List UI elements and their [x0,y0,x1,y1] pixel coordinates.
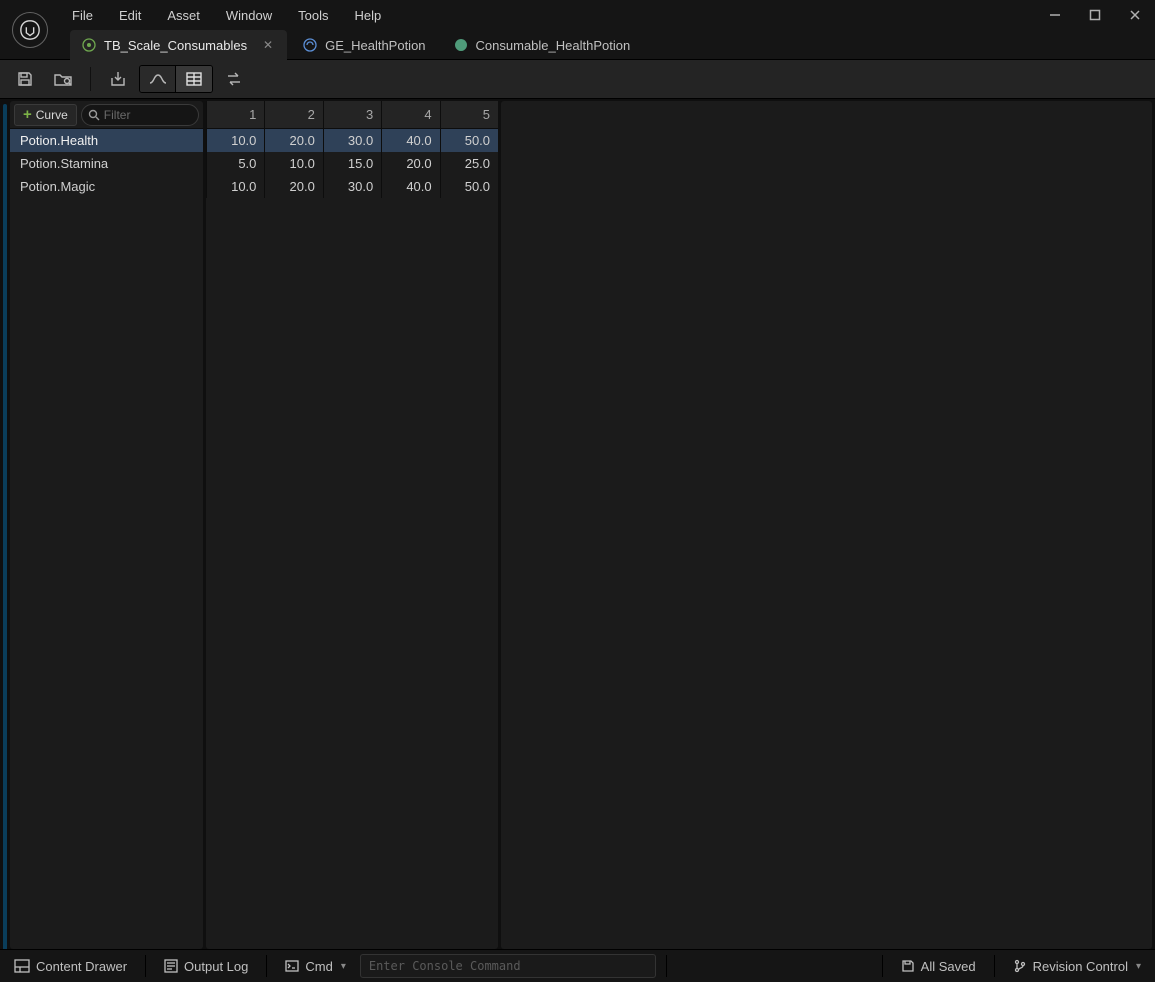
save-status-label: All Saved [921,959,976,974]
add-curve-button[interactable]: + Curve [14,104,77,126]
content-drawer-button[interactable]: Content Drawer [6,955,135,978]
save-button[interactable] [8,64,42,94]
document-tab[interactable]: GE_HealthPotion [291,30,437,60]
statusbar-separator [994,955,995,977]
app-logo[interactable] [0,0,60,59]
statusbar-separator [266,955,267,977]
table-cell[interactable]: 30.0 [323,129,381,152]
curve-row[interactable]: Potion.Magic [10,175,203,198]
table-row[interactable]: 5.010.015.020.025.0 [206,152,498,175]
document-tab[interactable]: Consumable_HealthPotion [442,30,643,60]
tab-label: GE_HealthPotion [325,38,425,53]
table-cell[interactable]: 20.0 [381,152,439,175]
table-cell[interactable]: 20.0 [264,129,322,152]
search-icon [88,109,100,121]
unreal-logo-icon [12,12,48,48]
empty-panel [501,101,1152,949]
menu-window[interactable]: Window [214,4,284,27]
curve-filter-box[interactable] [81,104,199,126]
menu-edit[interactable]: Edit [107,4,153,27]
tab-label: TB_Scale_Consumables [104,38,247,53]
table-header-row: 12345 [206,101,498,129]
column-header[interactable]: 5 [440,101,498,128]
menu-file[interactable]: File [60,4,105,27]
branch-icon [1013,959,1027,973]
browse-button[interactable] [46,64,80,94]
curve-table-icon [82,38,96,52]
terminal-icon [285,960,299,972]
revision-control-label: Revision Control [1033,959,1128,974]
window-minimize-button[interactable] [1035,0,1075,30]
reorder-button[interactable] [217,64,251,94]
console-command-input[interactable] [360,954,656,978]
curve-filter-input[interactable] [104,108,192,122]
table-view-button[interactable] [176,66,212,92]
revision-control-button[interactable]: Revision Control ▾ [1005,955,1149,978]
cmd-label: Cmd [305,959,332,974]
table-cell[interactable]: 5.0 [206,152,264,175]
table-cell[interactable]: 50.0 [440,175,498,198]
table-cell[interactable]: 20.0 [264,175,322,198]
curve-view-button[interactable] [140,66,176,92]
tab-label: Consumable_HealthPotion [476,38,631,53]
table-row[interactable]: 10.020.030.040.050.0 [206,175,498,198]
output-log-label: Output Log [184,959,248,974]
curve-row[interactable]: Potion.Health [10,129,203,152]
cmd-selector-button[interactable]: Cmd ▾ [277,955,353,978]
column-header[interactable]: 3 [323,101,381,128]
reimport-button[interactable] [101,64,135,94]
save-status-button[interactable]: All Saved [893,955,984,978]
table-cell[interactable]: 10.0 [206,175,264,198]
table-cell[interactable]: 40.0 [381,129,439,152]
tab-close-button[interactable]: ✕ [261,38,275,52]
table-cell[interactable]: 25.0 [440,152,498,175]
table-cell[interactable]: 50.0 [440,129,498,152]
gameplay-effect-icon [303,38,317,52]
table-cell[interactable]: 40.0 [381,175,439,198]
curve-list-panel: + Curve Potion.Health Potion.Stamina Potio… [10,101,203,949]
dock-tab-indicator[interactable] [3,104,7,949]
table-cell[interactable]: 10.0 [206,129,264,152]
chevron-down-icon: ▾ [341,961,346,972]
document-tab[interactable]: TB_Scale_Consumables ✕ [70,30,287,60]
curve-name: Potion.Health [10,133,203,148]
output-log-button[interactable]: Output Log [156,955,256,978]
content-drawer-icon [14,959,30,973]
table-row[interactable]: 10.020.030.040.050.0 [206,129,498,152]
view-mode-toggle [139,65,213,93]
curve-row[interactable]: Potion.Stamina [10,152,203,175]
toolbar-separator [90,67,91,91]
table-cell[interactable]: 30.0 [323,175,381,198]
content-drawer-label: Content Drawer [36,959,127,974]
window-close-button[interactable] [1115,0,1155,30]
column-header[interactable]: 2 [264,101,322,128]
output-log-icon [164,959,178,973]
menu-help[interactable]: Help [342,4,393,27]
curve-name: Potion.Stamina [10,156,203,171]
statusbar-separator [666,955,667,977]
statusbar-separator [882,955,883,977]
data-asset-icon [454,38,468,52]
chevron-down-icon: ▾ [1136,961,1141,972]
plus-icon: + [23,107,32,122]
window-maximize-button[interactable] [1075,0,1115,30]
save-status-icon [901,959,915,973]
statusbar-separator [145,955,146,977]
table-cell[interactable]: 10.0 [264,152,322,175]
curve-name: Potion.Magic [10,179,203,194]
add-curve-label: Curve [36,108,68,122]
table-cell[interactable]: 15.0 [323,152,381,175]
curve-data-table: 1234510.020.030.040.050.05.010.015.020.0… [206,101,498,949]
column-header[interactable]: 1 [206,101,264,128]
menu-tools[interactable]: Tools [286,4,340,27]
menu-asset[interactable]: Asset [155,4,212,27]
column-header[interactable]: 4 [381,101,439,128]
